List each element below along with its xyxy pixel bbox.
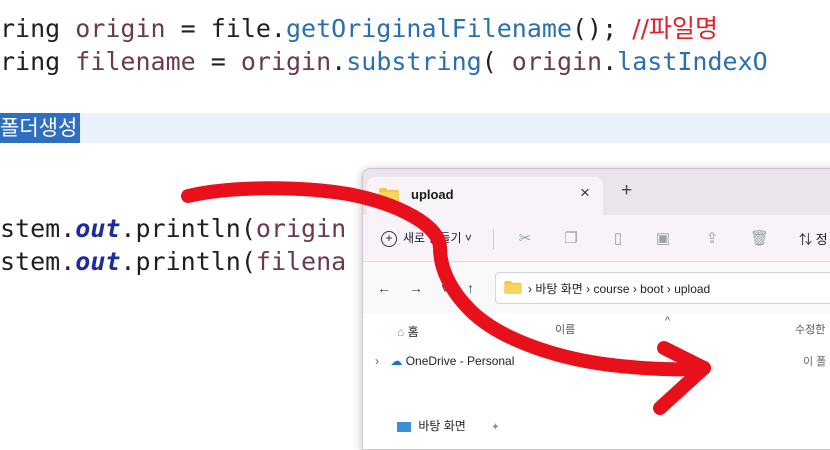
address-bar[interactable]: › 바탕 화면 › course › boot › upload: [495, 272, 830, 304]
close-icon[interactable]: ×: [580, 183, 590, 203]
command-bar: + 새로 만들기 ˅ ✂ ❐ ▯ ▣ ⇪ 🗑 ⇅ 정: [363, 217, 830, 262]
pin-icon: ✦: [491, 422, 500, 433]
cloud-icon: ☁: [390, 354, 403, 368]
home-icon: ⌂: [397, 325, 405, 339]
nav-item-home[interactable]: ⌂ 홈: [397, 323, 419, 340]
address-row: ← → ˅ ↑ › 바탕 화면 › course › boot › upload: [363, 263, 830, 313]
column-header-modified[interactable]: 수정한: [795, 321, 825, 337]
forward-arrow-icon[interactable]: →: [409, 280, 423, 296]
desktop-icon: [397, 421, 411, 432]
toolbar-divider: [493, 229, 494, 249]
empty-folder-message: 이 폴: [803, 356, 827, 368]
code-line-4: stem.out.println(filena: [0, 247, 347, 276]
selected-comment-text[interactable]: 폴더생성: [0, 113, 81, 143]
column-header-name[interactable]: 이름: [555, 321, 575, 337]
cut-icon[interactable]: ✂: [516, 229, 534, 247]
code-line-1: ring origin = file.getOriginalFilename()…: [0, 14, 719, 43]
current-line-highlight: [0, 113, 830, 143]
sort-button[interactable]: ⇅ 정: [799, 229, 828, 248]
explorer-content: ⌂ 홈 › ☁ OneDrive - Personal 바탕 화면 ✦ 이름 ^…: [363, 313, 830, 449]
folder-icon: [379, 188, 399, 203]
new-tab-button[interactable]: +: [621, 180, 632, 202]
breadcrumb: › 바탕 화면 › course › boot › upload: [528, 282, 711, 296]
plus-icon: +: [381, 230, 397, 247]
back-arrow-icon[interactable]: ←: [377, 280, 391, 296]
sort-caret-icon: ^: [665, 315, 671, 327]
folder-icon: [504, 281, 522, 294]
up-arrow-icon[interactable]: ↑: [467, 280, 474, 296]
tab-title: upload: [411, 187, 454, 202]
new-item-button[interactable]: + 새로 만들기 ˅: [381, 229, 472, 247]
nav-item-onedrive[interactable]: › ☁ OneDrive - Personal: [375, 354, 514, 368]
file-explorer-window: upload × + + 새로 만들기 ˅ ✂ ❐ ▯ ▣ ⇪ 🗑 ⇅ 정 ← →…: [362, 168, 830, 450]
delete-icon[interactable]: 🗑: [750, 229, 769, 247]
code-line-2: ring filename = origin.substring( origin…: [0, 47, 768, 76]
share-icon[interactable]: ⇪: [703, 229, 721, 247]
recent-dropdown-icon[interactable]: ˅: [441, 280, 449, 296]
tab-bar: upload × +: [363, 169, 830, 217]
tab-upload[interactable]: upload ×: [367, 177, 603, 217]
nav-item-desktop[interactable]: 바탕 화면 ✦: [397, 417, 500, 434]
rename-icon[interactable]: ▣: [654, 229, 672, 247]
paste-icon[interactable]: ▯: [609, 229, 627, 247]
code-line-3: stem.out.println(origin: [0, 214, 347, 243]
copy-icon[interactable]: ❐: [562, 229, 580, 247]
chevron-right-icon[interactable]: ›: [375, 354, 379, 368]
